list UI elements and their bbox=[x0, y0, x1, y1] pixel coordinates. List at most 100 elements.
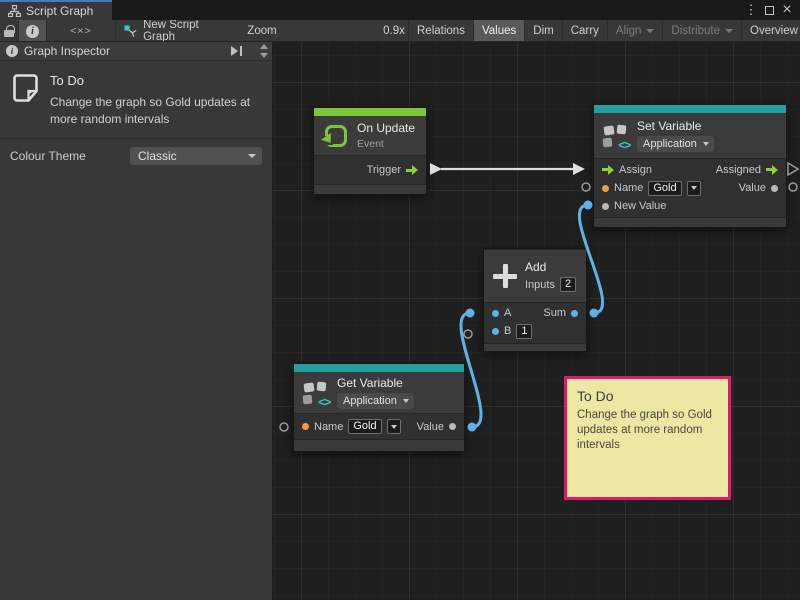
node-footer bbox=[484, 343, 586, 351]
variable-colorbar bbox=[294, 364, 464, 372]
lock-icon bbox=[4, 25, 14, 37]
name-input-port[interactable] bbox=[602, 185, 609, 192]
new-script-graph-button[interactable]: New Script Graph bbox=[124, 20, 228, 42]
inputs-label: Inputs bbox=[525, 279, 555, 291]
new-script-graph-label: New Script Graph bbox=[143, 20, 228, 42]
port-sum-label: Sum bbox=[543, 307, 566, 319]
flow-input-port[interactable] bbox=[602, 165, 614, 175]
node-title: Add bbox=[525, 260, 576, 274]
info-icon: i bbox=[6, 45, 18, 57]
a-input-port[interactable] bbox=[492, 310, 499, 317]
sticky-note-body: Change the graph so Gold updates at more… bbox=[577, 408, 722, 453]
port-new-value-label: New Value bbox=[614, 200, 666, 212]
variable-scope-dropdown[interactable]: Application bbox=[637, 136, 714, 152]
relations-button[interactable]: Relations bbox=[408, 20, 473, 42]
unconnected-port-ring[interactable] bbox=[582, 183, 590, 191]
variables-icon: <> bbox=[303, 380, 329, 406]
port-name-label: Name bbox=[314, 421, 343, 433]
graph-asset-icon bbox=[124, 24, 137, 38]
b-value-field[interactable]: 1 bbox=[516, 324, 532, 339]
node-set-variable[interactable]: <> Set Variable Application Assign Assig… bbox=[593, 104, 787, 228]
new-value-input-port[interactable] bbox=[602, 203, 609, 210]
wire-endpoint[interactable] bbox=[590, 309, 599, 318]
variable-scope-dropdown[interactable]: Application bbox=[337, 393, 414, 409]
node-title: On Update bbox=[357, 121, 415, 135]
inputs-count-field[interactable]: 2 bbox=[560, 277, 576, 292]
chevron-down-icon bbox=[725, 29, 733, 33]
variable-name-value[interactable]: Gold bbox=[348, 419, 381, 434]
zoom-label: Zoom bbox=[245, 20, 279, 42]
node-subtitle: Event bbox=[357, 138, 415, 150]
panel-scrollbar[interactable] bbox=[260, 44, 268, 58]
colour-theme-label: Colour Theme bbox=[10, 149, 130, 163]
sticky-note-icon bbox=[12, 73, 40, 103]
window-close-button[interactable]: × bbox=[778, 0, 796, 20]
align-dropdown[interactable]: Align bbox=[607, 20, 663, 42]
port-trigger-label: Trigger bbox=[367, 164, 401, 176]
name-input-port[interactable] bbox=[302, 423, 309, 430]
sticky-note-title: To Do bbox=[577, 388, 718, 404]
inspector-title: Graph Inspector bbox=[24, 44, 110, 58]
scroll-up-icon bbox=[260, 44, 268, 49]
wire-endpoint[interactable] bbox=[584, 201, 593, 210]
node-add[interactable]: Add Inputs 2 A Sum B 1 bbox=[483, 248, 587, 352]
graph-canvas[interactable]: On Update Event Trigger <> Set Variable … bbox=[273, 42, 800, 600]
dim-button[interactable]: Dim bbox=[524, 20, 561, 42]
tab-script-graph[interactable]: Script Graph bbox=[0, 0, 112, 20]
window-menu-button[interactable]: ⋮ bbox=[742, 0, 760, 20]
wire-endpoint[interactable] bbox=[466, 309, 475, 318]
graph-icon bbox=[8, 5, 21, 17]
node-footer bbox=[294, 439, 464, 451]
unconnected-flow-triangle[interactable] bbox=[788, 163, 798, 175]
node-get-variable[interactable]: <> Get Variable Application Name Gold Va… bbox=[293, 363, 465, 452]
wire-endpoint[interactable] bbox=[468, 423, 477, 432]
variable-name-dropdown[interactable] bbox=[687, 181, 701, 196]
port-assigned-label: Assigned bbox=[716, 164, 761, 176]
carry-button[interactable]: Carry bbox=[562, 20, 607, 42]
colour-theme-dropdown[interactable]: Classic bbox=[130, 147, 262, 165]
lock-button[interactable] bbox=[0, 20, 18, 42]
note-title: To Do bbox=[50, 73, 262, 88]
values-button[interactable]: Values bbox=[473, 20, 524, 42]
flow-output-port[interactable] bbox=[406, 165, 418, 175]
unconnected-port-ring[interactable] bbox=[789, 183, 797, 191]
unconnected-port-ring[interactable] bbox=[280, 423, 288, 431]
port-value-label: Value bbox=[739, 182, 766, 194]
info-icon: i bbox=[26, 25, 39, 38]
add-icon bbox=[493, 264, 517, 288]
unconnected-port-ring[interactable] bbox=[464, 330, 472, 338]
port-b-label: B bbox=[504, 325, 511, 337]
graph-inspector-panel: i Graph Inspector To Do Change the graph… bbox=[0, 42, 273, 600]
view-buttons-group: Relations Values Dim Carry Align Distrib… bbox=[408, 20, 800, 42]
flow-output-port[interactable] bbox=[766, 165, 778, 175]
overview-button[interactable]: Overview bbox=[741, 20, 800, 42]
sticky-note[interactable]: To Do Change the graph so Gold updates a… bbox=[564, 376, 731, 500]
port-a-label: A bbox=[504, 307, 511, 319]
variable-name-dropdown[interactable] bbox=[387, 419, 401, 434]
value-output-port[interactable] bbox=[771, 185, 778, 192]
distribute-dropdown[interactable]: Distribute bbox=[662, 20, 741, 42]
node-title: Get Variable bbox=[337, 376, 414, 390]
node-on-update[interactable]: On Update Event Trigger bbox=[313, 107, 427, 195]
sum-output-port[interactable] bbox=[571, 310, 578, 317]
event-colorbar bbox=[314, 108, 426, 116]
code-view-button[interactable]: <×> bbox=[47, 20, 115, 42]
on-update-icon bbox=[323, 123, 349, 149]
flow-wire-start-arrow bbox=[430, 163, 442, 175]
inspector-header: i Graph Inspector bbox=[0, 42, 272, 61]
dock-panel-button[interactable] bbox=[231, 46, 242, 56]
flow-wire-end-arrow bbox=[573, 163, 585, 175]
port-name-label: Name bbox=[614, 182, 643, 194]
b-input-port[interactable] bbox=[492, 328, 499, 335]
inspector-toggle-button[interactable]: i bbox=[19, 20, 46, 42]
variable-name-value[interactable]: Gold bbox=[648, 181, 681, 196]
chevron-down-icon bbox=[646, 29, 654, 33]
graph-note-summary: To Do Change the graph so Gold updates a… bbox=[0, 61, 272, 139]
window-maximize-button[interactable] bbox=[760, 0, 778, 20]
scroll-down-icon bbox=[260, 53, 268, 58]
colour-theme-row: Colour Theme Classic bbox=[0, 139, 272, 173]
port-assign-label: Assign bbox=[619, 164, 652, 176]
value-output-port[interactable] bbox=[449, 423, 456, 430]
maximize-icon bbox=[765, 6, 774, 15]
port-value-label: Value bbox=[417, 421, 444, 433]
